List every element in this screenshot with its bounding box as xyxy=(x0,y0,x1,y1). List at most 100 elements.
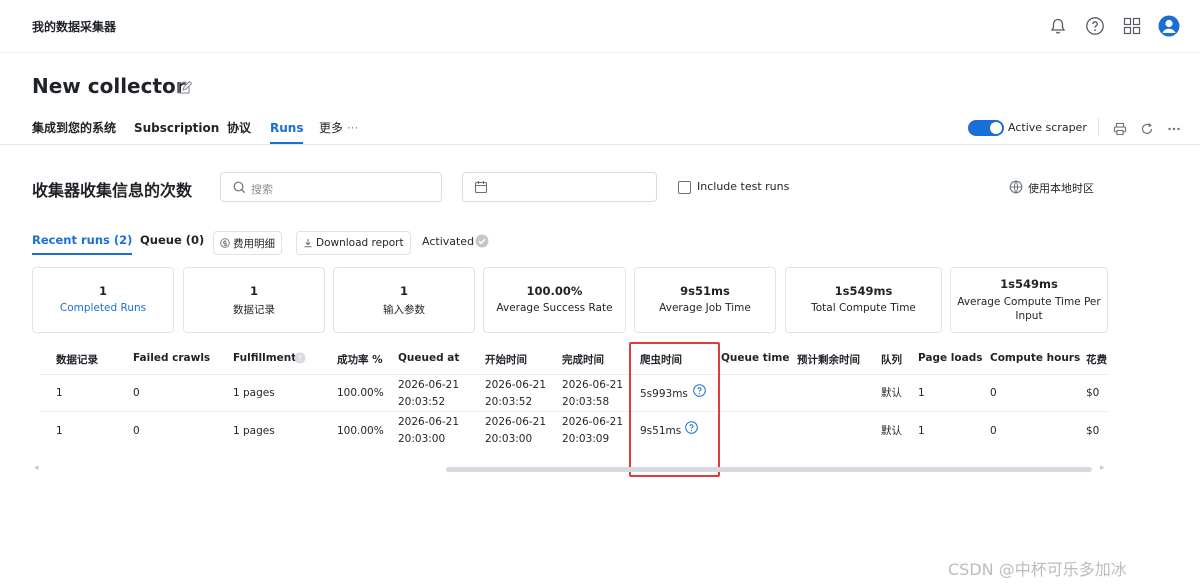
help-icon[interactable] xyxy=(1083,14,1107,38)
col-header-end-time[interactable]: 完成时间 xyxy=(562,352,604,367)
cell-start-date: 2026-06-21 xyxy=(485,416,547,428)
search-input[interactable]: 搜索 xyxy=(220,172,442,202)
cell-success: 100.00% xyxy=(337,387,384,399)
question-icon[interactable] xyxy=(685,421,698,434)
more-icon[interactable] xyxy=(1167,121,1181,140)
cell-compute: 0 xyxy=(990,425,997,437)
tab-integrate[interactable]: 集成到您的系统 xyxy=(32,120,116,144)
header-divider xyxy=(40,374,1108,375)
cell-queued-time: 20:03:52 xyxy=(398,396,446,408)
cell-fulfillment: 1 pages xyxy=(233,425,275,437)
cell-start-time: 20:03:52 xyxy=(485,396,533,408)
stat-value: 100.00% xyxy=(526,284,583,298)
cell-cost: $0 xyxy=(1086,425,1100,437)
stat-data-records: 1 数据记录 xyxy=(183,267,325,333)
cell-fulfillment: 1 pages xyxy=(233,387,275,399)
scroll-right-arrow[interactable]: ▸ xyxy=(1100,463,1105,473)
cell-page-loads: 1 xyxy=(918,425,925,437)
printer-icon[interactable] xyxy=(1113,121,1127,140)
tabs-divider xyxy=(0,144,1200,145)
more-dots-icon: ··· xyxy=(346,121,359,135)
col-header-page-loads[interactable]: Page loads xyxy=(918,352,982,364)
tab-subscription[interactable]: Subscription xyxy=(134,120,219,144)
stat-label-link[interactable]: Completed Runs xyxy=(33,302,173,314)
timezone-icon xyxy=(1009,180,1023,194)
cell-records: 1 xyxy=(56,387,63,399)
stat-input-params: 1 输入参数 xyxy=(333,267,475,333)
include-test-runs-checkbox[interactable] xyxy=(678,181,691,194)
col-header-compute-hours[interactable]: Compute hours xyxy=(990,352,1080,364)
stat-success-rate: 100.00% Average Success Rate xyxy=(483,267,626,333)
stat-label: 输入参数 xyxy=(383,304,425,316)
svg-text:?: ? xyxy=(298,354,302,363)
stat-value: 1s549ms xyxy=(1000,277,1058,291)
cell-end-time: 20:03:58 xyxy=(562,396,610,408)
col-header-fulfillment[interactable]: Fulfillment xyxy=(233,352,296,364)
toggle-knob xyxy=(990,122,1002,134)
row-divider xyxy=(40,411,1108,412)
cell-page-loads: 1 xyxy=(918,387,925,399)
stat-total-compute-time: 1s549ms Total Compute Time xyxy=(785,267,942,333)
horizontal-scrollbar[interactable] xyxy=(446,467,1092,472)
col-header-records[interactable]: 数据记录 xyxy=(56,352,98,367)
date-range-picker[interactable] xyxy=(462,172,657,202)
top-bar: 我的数据采集器 xyxy=(0,0,1200,53)
col-header-queue[interactable]: 队列 xyxy=(881,352,902,367)
cost-details-label: 费用明细 xyxy=(233,237,275,250)
stat-label: Average Compute Time Per Input xyxy=(957,296,1101,322)
calendar-icon xyxy=(474,181,488,194)
col-header-cost[interactable]: 花费 xyxy=(1086,352,1108,367)
active-scraper-toggle[interactable] xyxy=(968,120,1004,136)
question-icon[interactable] xyxy=(693,384,706,397)
cell-end-time: 20:03:09 xyxy=(562,433,610,445)
cell-crawl-time: 9s51ms xyxy=(640,425,682,437)
bell-icon[interactable] xyxy=(1046,14,1070,38)
active-scraper-label: Active scraper xyxy=(1008,121,1087,134)
apps-grid-icon[interactable] xyxy=(1120,14,1144,38)
user-avatar-icon[interactable] xyxy=(1157,14,1181,38)
col-header-success-rate[interactable]: 成功率 % xyxy=(337,352,383,367)
stat-label: Average Success Rate xyxy=(496,302,613,314)
tab-more[interactable]: 更多 ··· xyxy=(319,120,358,144)
stat-label: Total Compute Time xyxy=(811,302,916,314)
app-name: 我的数据采集器 xyxy=(32,20,117,34)
page-title: New collector xyxy=(32,74,186,98)
tab-protocol[interactable]: 协议 xyxy=(227,120,251,144)
use-local-timezone[interactable]: 使用本地时区 xyxy=(1028,180,1094,196)
cell-end-date: 2026-06-21 xyxy=(562,379,624,391)
cell-failed: 0 xyxy=(133,425,140,437)
stat-value: 1s549ms xyxy=(834,284,893,298)
dollar-icon xyxy=(220,238,230,248)
check-circle-icon xyxy=(475,234,489,248)
col-header-remaining[interactable]: 预计剩余时间 xyxy=(797,352,860,367)
col-header-start-time[interactable]: 开始时间 xyxy=(485,352,527,367)
col-header-queued-at[interactable]: Queued at xyxy=(398,352,459,364)
download-report-button[interactable]: Download report xyxy=(296,231,411,255)
cell-queued-date: 2026-06-21 xyxy=(398,379,460,391)
col-header-crawl-time[interactable]: 爬虫时间 xyxy=(640,352,682,367)
cell-queued-date: 2026-06-21 xyxy=(398,416,460,428)
tab-recent-runs[interactable]: Recent runs (2) xyxy=(32,233,133,255)
tab-queue[interactable]: Queue (0) xyxy=(140,233,204,255)
tab-runs[interactable]: Runs xyxy=(270,120,304,144)
stat-value: 9s51ms xyxy=(680,284,730,298)
page-root: 我的数据采集器 New collector 集成到您的系统 Subscripti… xyxy=(0,0,1200,588)
cell-queue: 默认 xyxy=(881,425,902,437)
toolbar-divider xyxy=(1098,118,1099,136)
stat-label: Average Job Time xyxy=(659,302,751,314)
cost-details-button[interactable]: 费用明细 xyxy=(213,231,282,255)
fulfillment-info-icon[interactable]: ? xyxy=(294,352,306,364)
scroll-left-arrow[interactable]: ◂ xyxy=(34,463,39,473)
cell-queue: 默认 xyxy=(881,387,902,399)
refresh-icon[interactable] xyxy=(1140,121,1154,140)
watermark: CSDN @中杯可乐多加冰 xyxy=(948,560,1127,579)
stat-label: 数据记录 xyxy=(233,304,275,316)
download-icon xyxy=(304,239,312,248)
section-title: 收集器收集信息的次数 xyxy=(32,181,193,200)
search-icon xyxy=(233,181,246,194)
cell-crawl-time: 5s993ms xyxy=(640,388,688,400)
edit-icon[interactable] xyxy=(178,80,193,94)
cell-queued-time: 20:03:00 xyxy=(398,433,446,445)
col-header-failed[interactable]: Failed crawls xyxy=(133,352,210,364)
col-header-queue-time[interactable]: Queue time xyxy=(721,352,789,364)
